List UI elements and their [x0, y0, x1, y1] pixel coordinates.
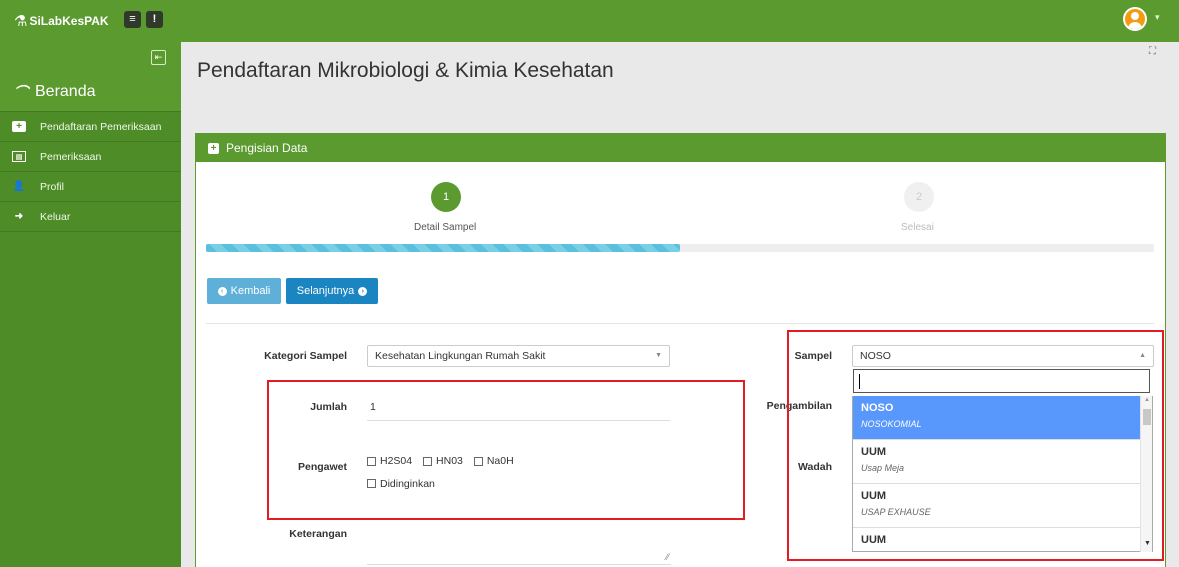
plus-square-icon: +: [208, 142, 219, 154]
resize-grip-icon[interactable]: ⁄⁄: [666, 552, 669, 562]
kategori-value: Kesehatan Lingkungan Rumah Sakit: [375, 350, 546, 362]
step-2-label: Selesai: [901, 222, 934, 233]
dashboard-gauge-icon: ⌒: [14, 84, 28, 100]
user-avatar-icon[interactable]: [1123, 7, 1147, 31]
back-button[interactable]: ‹ Kembali: [207, 278, 281, 304]
next-button[interactable]: Selanjutnya ›: [286, 278, 378, 304]
info-button[interactable]: !: [146, 11, 163, 28]
sidebar-item-label: Pemeriksaan: [40, 150, 102, 163]
plus-square-icon: +: [12, 121, 26, 132]
keterangan-label: Keterangan: [289, 528, 347, 540]
progress-fill: [206, 244, 680, 252]
step-1-circle[interactable]: 1: [431, 182, 461, 212]
sidebar-item-profil[interactable]: 👤 Profil: [0, 172, 181, 202]
wizard-progress-bar: [206, 244, 1154, 252]
sidebar-header: ⇤ ⌒ Beranda: [0, 42, 181, 112]
sidebar-item-beranda[interactable]: ⌒ Beranda: [14, 82, 96, 102]
arrow-left-circle-icon: ‹: [217, 286, 227, 296]
chevron-down-icon: ▼: [655, 352, 662, 359]
arrow-right-circle-icon: ›: [358, 286, 368, 296]
flask-logo-icon: ⚗: [14, 13, 28, 30]
user-icon: 👤: [12, 181, 26, 192]
brand[interactable]: ⚗ SiLabKesPAK: [14, 12, 109, 30]
beranda-label: Beranda: [35, 83, 96, 100]
sidebar-item-pemeriksaan[interactable]: ▤ Pemeriksaan: [0, 142, 181, 172]
fullscreen-expand-icon[interactable]: ⛶: [1149, 46, 1156, 57]
sign-out-icon: ➜: [14, 211, 24, 222]
brand-name: SiLabKesPAK: [29, 14, 109, 28]
kategori-select[interactable]: Kesehatan Lingkungan Rumah Sakit ▼: [367, 345, 670, 367]
list-icon: ▤: [12, 151, 26, 162]
menu-toggle-button[interactable]: ≡: [124, 11, 141, 28]
page-title: Pendaftaran Mikrobiologi & Kimia Kesehat…: [197, 59, 614, 82]
sidebar-item-keluar[interactable]: ➜ Keluar: [0, 202, 181, 232]
divider: [206, 323, 1154, 324]
sidebar-item-pendaftaran[interactable]: + Pendaftaran Pemeriksaan: [0, 112, 181, 142]
user-menu-caret-icon[interactable]: ▾: [1155, 12, 1160, 23]
highlight-box-left: [267, 380, 745, 520]
sidebar-item-label: Pendaftaran Pemeriksaan: [40, 120, 162, 133]
panel-title: Pengisian Data: [226, 141, 308, 155]
sidebar-item-label: Profil: [40, 180, 64, 193]
panel-header: + Pengisian Data: [196, 134, 1165, 162]
highlight-box-right: [787, 330, 1164, 561]
sidebar-item-label: Keluar: [40, 210, 71, 223]
next-button-label: Selanjutnya: [296, 285, 355, 297]
step-2-circle[interactable]: 2: [904, 182, 934, 212]
sidebar: ⇤ ⌒ Beranda + Pendaftaran Pemeriksaan ▤ …: [0, 42, 181, 567]
sidebar-collapse-icon[interactable]: ⇤: [151, 50, 166, 65]
top-navbar: ⚗ SiLabKesPAK ≡ ! ▾: [0, 0, 1179, 42]
kategori-label: Kategori Sampel: [264, 350, 347, 362]
step-1-label: Detail Sampel: [414, 222, 477, 233]
keterangan-textarea[interactable]: ⁄⁄: [367, 528, 671, 565]
back-button-label: Kembali: [230, 285, 271, 297]
